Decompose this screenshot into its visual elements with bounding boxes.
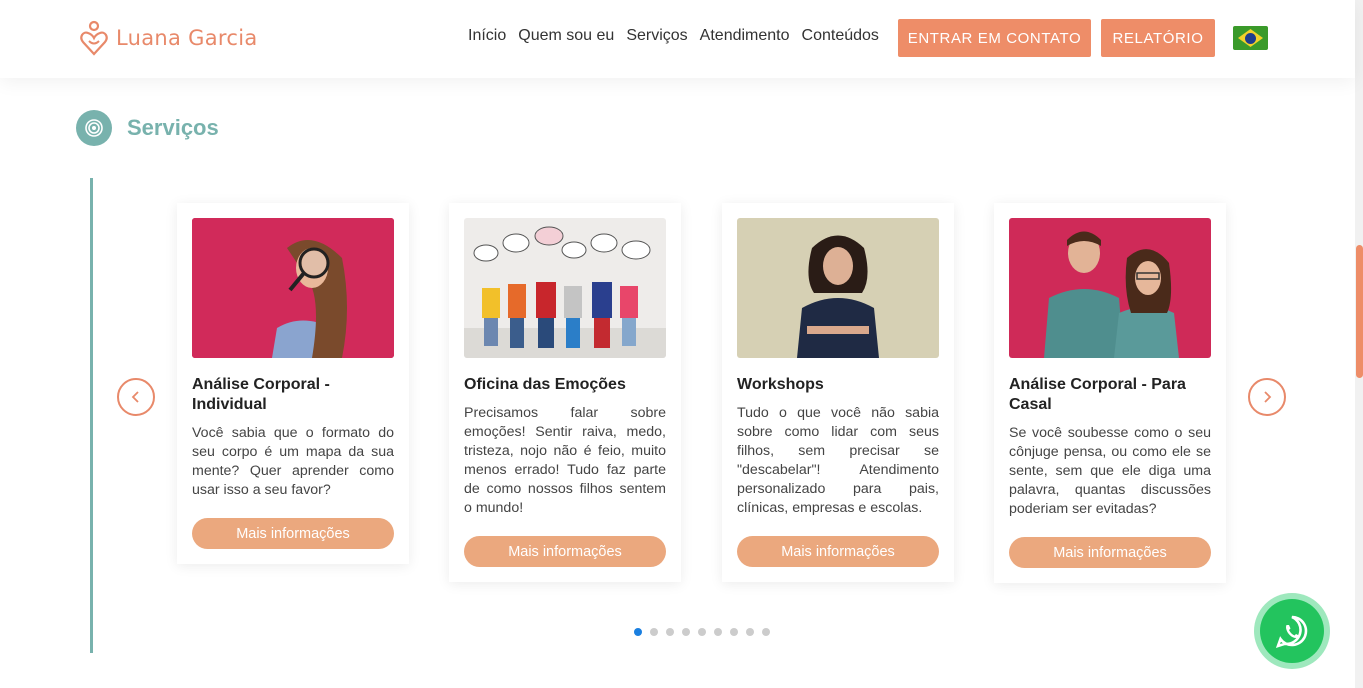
more-info-button[interactable]: Mais informações (737, 536, 939, 567)
service-card: Análise Corporal - Individual Você sabia… (177, 203, 409, 564)
site-header: Luana Garcia Início Quem sou eu Serviços… (0, 0, 1355, 78)
carousel-prev-button[interactable] (117, 378, 155, 416)
carousel-dot[interactable] (634, 628, 642, 636)
nav-item-conteudos[interactable]: Conteúdos (802, 27, 879, 45)
report-button[interactable]: RELATÓRIO (1101, 19, 1215, 57)
carousel-dot[interactable] (762, 628, 770, 636)
section-title: Serviços (127, 115, 219, 140)
carousel-pagination (634, 628, 770, 636)
main-nav: Início Quem sou eu Serviços Atendimento … (468, 27, 879, 45)
carousel-dot[interactable] (698, 628, 706, 636)
page-scrollbar[interactable] (1355, 0, 1363, 688)
service-title: Oficina das Emoções (464, 376, 626, 393)
section-divider-line (90, 178, 93, 653)
nav-item-atendimento[interactable]: Atendimento (700, 27, 790, 45)
service-title: Análise Corporal - Individual (192, 376, 330, 413)
scrollbar-thumb[interactable] (1356, 245, 1363, 378)
service-image (464, 218, 666, 358)
service-image (1009, 218, 1211, 358)
whatsapp-icon (1275, 615, 1308, 649)
contact-button[interactable]: ENTRAR EM CONTATO (898, 19, 1091, 57)
service-card: Oficina das Emoções Precisamos falar sob… (449, 203, 681, 582)
more-info-button[interactable]: Mais informações (192, 518, 394, 549)
target-icon (76, 110, 112, 146)
nav-item-inicio[interactable]: Início (468, 27, 506, 45)
carousel-dot[interactable] (730, 628, 738, 636)
more-info-button[interactable]: Mais informações (464, 536, 666, 567)
carousel-dot[interactable] (746, 628, 754, 636)
heart-person-logo-icon (80, 20, 108, 56)
service-description: Tudo o que você não sabia sobre como lid… (737, 405, 939, 516)
whatsapp-button[interactable] (1254, 593, 1330, 669)
brazil-flag-icon[interactable] (1233, 26, 1268, 50)
service-description: Se você soubesse como o seu cônjuge pens… (1009, 425, 1211, 517)
brand-name: Luana Garcia (116, 26, 258, 50)
service-title: Workshops (737, 376, 824, 393)
carousel-dot[interactable] (714, 628, 722, 636)
service-card: Workshops Tudo o que você não sabia sobr… (722, 203, 954, 582)
chevron-left-icon (131, 391, 139, 403)
service-description: Você sabia que o formato do seu corpo é … (192, 425, 394, 498)
service-image (192, 218, 394, 358)
logo[interactable]: Luana Garcia (80, 20, 258, 56)
carousel-dot[interactable] (650, 628, 658, 636)
service-title: Análise Corporal - Para Casal (1009, 376, 1186, 413)
service-image (737, 218, 939, 358)
carousel-next-button[interactable] (1248, 378, 1286, 416)
carousel-dot[interactable] (682, 628, 690, 636)
nav-item-servicos[interactable]: Serviços (626, 27, 687, 45)
service-card: Análise Corporal - Para Casal Se você so… (994, 203, 1226, 583)
carousel-dot[interactable] (666, 628, 674, 636)
nav-item-quem-sou-eu[interactable]: Quem sou eu (518, 27, 614, 45)
chevron-right-icon (1264, 391, 1272, 403)
more-info-button[interactable]: Mais informações (1009, 537, 1211, 568)
service-description: Precisamos falar sobre emoções! Sentir r… (464, 405, 666, 516)
